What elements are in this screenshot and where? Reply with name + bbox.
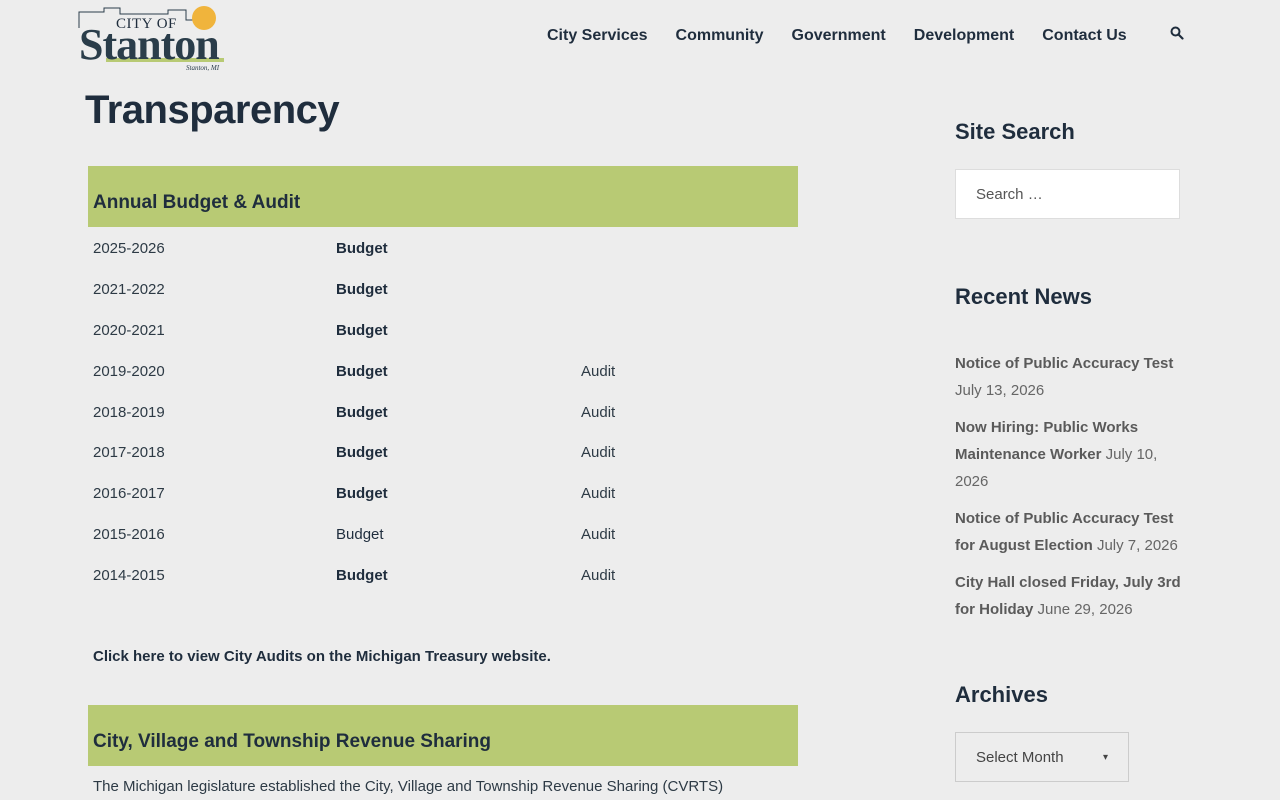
list-item: City Hall closed Friday, July 3rd for Ho…: [955, 569, 1187, 623]
table-row: 2020-2021 Budget: [93, 311, 793, 352]
budget-link[interactable]: Budget: [336, 433, 388, 473]
nav-city-services[interactable]: City Services: [533, 26, 662, 46]
news-link[interactable]: Notice of Public Accuracy Test: [955, 355, 1173, 372]
recent-news-list: Notice of Public Accuracy Test July 13, …: [955, 350, 1187, 633]
budget-section-header: Annual Budget & Audit: [88, 166, 798, 227]
table-row: 2014-2015 Budget Audit: [93, 556, 793, 597]
page-title: Transparency: [85, 88, 340, 132]
budget-link[interactable]: Budget: [336, 311, 388, 351]
budget-link[interactable]: Budget: [336, 556, 388, 596]
nav-development[interactable]: Development: [900, 26, 1028, 46]
search-icon[interactable]: [1170, 26, 1186, 42]
audit-link[interactable]: Audit: [581, 352, 615, 392]
year-cell: 2025-2026: [93, 240, 165, 257]
revenue-section-text: The Michigan legislature established the…: [93, 778, 724, 795]
budget-link[interactable]: Budget: [336, 229, 388, 269]
year-cell: 2018-2019: [93, 403, 165, 421]
chevron-down-icon: ▾: [1102, 751, 1108, 763]
table-row: 2025-2026 Budget: [93, 229, 793, 270]
budget-link[interactable]: Budget: [336, 352, 388, 392]
year-cell: 2019-2020: [93, 362, 165, 380]
archives-title: Archives: [955, 682, 1048, 707]
budget-link[interactable]: Budget: [336, 393, 388, 433]
audit-link[interactable]: Audit: [581, 556, 615, 596]
site-search-title: Site Search: [955, 119, 1075, 144]
news-date: July 13, 2026: [955, 382, 1045, 399]
budget-section-heading: Annual Budget & Audit: [93, 192, 301, 213]
revenue-section-header: City, Village and Township Revenue Shari…: [88, 705, 798, 766]
nav-government[interactable]: Government: [778, 26, 900, 46]
site-logo[interactable]: CITY OF Stanton Stanton, MI: [76, 6, 228, 76]
year-cell: 2020-2021: [93, 321, 165, 339]
year-cell: 2016-2017: [93, 485, 165, 503]
table-row: 2018-2019 Budget Audit: [93, 393, 793, 434]
list-item: Notice of Public Accuracy Test for Augus…: [955, 505, 1187, 559]
logo-name: Stanton: [79, 20, 220, 69]
archives-select[interactable]: Select Month ▾: [955, 732, 1129, 782]
table-row: 2019-2020 Budget Audit: [93, 352, 793, 393]
table-row: 2016-2017 Budget Audit: [93, 474, 793, 515]
nav-contact-us[interactable]: Contact Us: [1028, 26, 1140, 46]
audit-link[interactable]: Audit: [581, 474, 615, 514]
recent-news-title: Recent News: [955, 284, 1092, 309]
budget-link[interactable]: Budget: [336, 474, 388, 514]
audit-link[interactable]: Audit: [581, 393, 615, 433]
news-date: July 7, 2026: [1096, 537, 1178, 554]
news-date: June 29, 2026: [1037, 601, 1133, 618]
table-row: 2015-2016 Budget Audit: [93, 515, 793, 556]
audit-link[interactable]: Audit: [581, 433, 615, 473]
nav-community[interactable]: Community: [662, 26, 778, 46]
year-cell: 2021-2022: [93, 280, 165, 298]
archives-select-value: Select Month: [976, 748, 1064, 766]
table-row: 2017-2018 Budget Audit: [93, 433, 793, 474]
year-cell: 2014-2015: [93, 567, 165, 585]
year-cell: 2015-2016: [93, 526, 165, 544]
budget-link[interactable]: Budget: [336, 515, 384, 555]
list-item: Notice of Public Accuracy Test July 13, …: [955, 350, 1187, 404]
budget-table: 2025-2026 Budget 2021-2022 Budget 2020-2…: [93, 229, 793, 597]
year-cell: 2017-2018: [93, 444, 165, 462]
logo-subtitle: Stanton, MI: [186, 64, 220, 72]
search-input[interactable]: [955, 169, 1180, 219]
main-nav: City Services Community Government Devel…: [533, 26, 1141, 46]
table-row: 2021-2022 Budget: [93, 270, 793, 311]
list-item: Now Hiring: Public Works Maintenance Wor…: [955, 414, 1187, 495]
audit-link[interactable]: Audit: [581, 515, 615, 555]
budget-link[interactable]: Budget: [336, 270, 388, 310]
treasury-audits-link[interactable]: Click here to view City Audits on the Mi…: [93, 648, 551, 665]
revenue-section-heading: City, Village and Township Revenue Shari…: [93, 731, 492, 752]
